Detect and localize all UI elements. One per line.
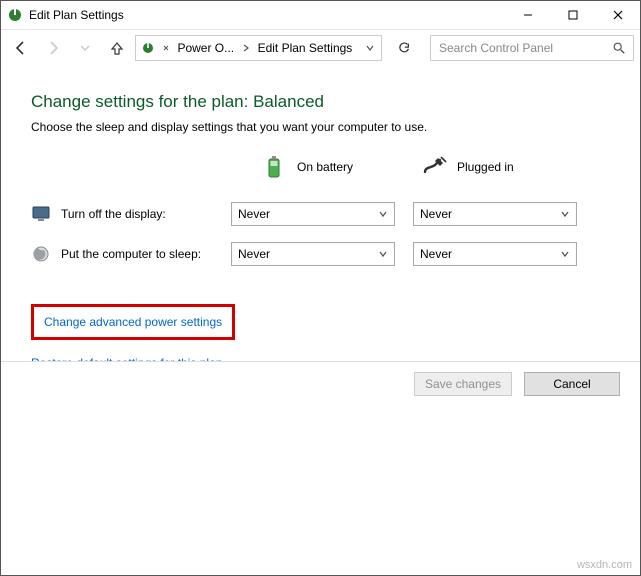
display-plugged-select[interactable]: Never [413, 202, 577, 226]
plug-icon [421, 154, 447, 180]
column-headers: On battery Plugged in [31, 154, 610, 180]
back-button[interactable] [7, 34, 35, 62]
sleep-battery-select[interactable]: Never [231, 242, 395, 266]
advanced-power-settings-link[interactable]: Change advanced power settings [44, 315, 222, 329]
title-bar: Edit Plan Settings [1, 1, 640, 30]
setting-row-sleep: Put the computer to sleep: Never Never [31, 234, 610, 274]
column-header-battery: On battery [261, 154, 421, 180]
display-plugged-value: Never [420, 207, 452, 221]
cancel-button[interactable]: Cancel [524, 372, 620, 396]
maximize-button[interactable] [550, 1, 595, 29]
sleep-plugged-select[interactable]: Never [413, 242, 577, 266]
display-icon [31, 204, 51, 224]
address-bar[interactable]: Power O... Edit Plan Settings [135, 35, 382, 61]
highlight-box: Change advanced power settings [31, 304, 235, 340]
display-battery-select[interactable]: Never [231, 202, 395, 226]
history-dropdown-button[interactable] [71, 34, 99, 62]
search-icon[interactable] [611, 41, 627, 55]
app-icon [7, 7, 23, 23]
footer-bar: Save changes Cancel [1, 361, 640, 406]
display-battery-value: Never [238, 207, 270, 221]
column-header-plugged-label: Plugged in [457, 160, 514, 174]
page-description: Choose the sleep and display settings th… [31, 120, 610, 134]
window-title: Edit Plan Settings [29, 8, 124, 22]
forward-button[interactable] [39, 34, 67, 62]
content-area: Change settings for the plan: Balanced C… [1, 66, 640, 370]
page-title: Change settings for the plan: Balanced [31, 92, 610, 112]
sleep-icon [31, 244, 51, 264]
minimize-button[interactable] [505, 1, 550, 29]
refresh-button[interactable] [390, 34, 418, 62]
chevron-down-icon [560, 249, 570, 259]
power-options-icon [140, 40, 156, 56]
setting-row-display: Turn off the display: Never Never [31, 194, 610, 234]
setting-label-display: Turn off the display: [61, 207, 166, 221]
address-dropdown-button[interactable] [362, 43, 377, 53]
chevron-down-icon [378, 249, 388, 259]
up-button[interactable] [103, 34, 131, 62]
watermark: wsxdn.com [577, 559, 632, 571]
close-button[interactable] [595, 1, 640, 29]
column-header-battery-label: On battery [297, 160, 353, 174]
column-header-plugged: Plugged in [421, 154, 581, 180]
sleep-plugged-value: Never [420, 247, 452, 261]
search-box[interactable] [430, 35, 634, 61]
save-button[interactable]: Save changes [414, 372, 512, 396]
breadcrumb-separator-icon[interactable] [240, 44, 251, 52]
navigation-bar: Power O... Edit Plan Settings [1, 30, 640, 66]
chevron-down-icon [560, 209, 570, 219]
sleep-battery-value: Never [238, 247, 270, 261]
breadcrumb-item[interactable]: Edit Plan Settings [256, 41, 355, 55]
setting-label-sleep: Put the computer to sleep: [61, 247, 201, 261]
breadcrumb-item[interactable]: Power O... [175, 41, 236, 55]
search-input[interactable] [437, 40, 611, 56]
breadcrumb-chevron-icon[interactable] [160, 44, 171, 52]
battery-icon [261, 154, 287, 180]
chevron-down-icon [378, 209, 388, 219]
